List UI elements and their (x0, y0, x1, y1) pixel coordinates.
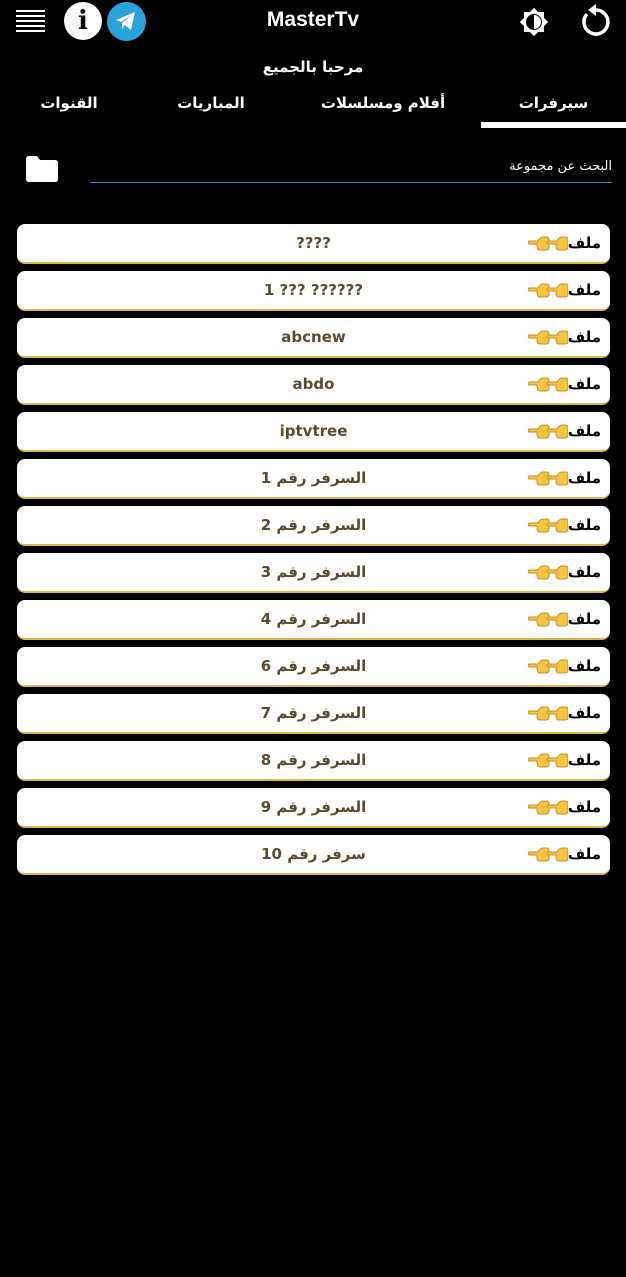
server-tag-label: ملف (567, 281, 601, 299)
server-tag-label: ملف (567, 563, 601, 581)
server-tag: ملف (527, 656, 601, 675)
backhand-pointing-left-icon (527, 327, 569, 345)
backhand-pointing-left-icon (527, 421, 569, 439)
server-tag: ملف (527, 797, 601, 816)
search-input[interactable]: البحث عن مجموعة (90, 152, 612, 183)
server-tag-label: ملف (567, 375, 601, 393)
server-tag-label: ملف (567, 657, 601, 675)
server-name: 1 ??? ?????? (263, 281, 364, 299)
server-name: سرفر رقم 10 (261, 845, 366, 863)
backhand-pointing-left-icon (527, 797, 569, 815)
server-row[interactable]: abdo ملف (17, 365, 610, 405)
server-tag: ملف (527, 609, 601, 628)
server-tag-label: ملف (567, 845, 601, 863)
server-row[interactable]: السرفر رقم 8 ملف (17, 741, 610, 781)
tab-channels[interactable]: القنوات (30, 94, 108, 112)
server-name: السرفر رقم 4 (260, 610, 367, 628)
server-tag-label: ملف (567, 751, 601, 769)
server-row[interactable]: ???? ملف (17, 224, 610, 264)
server-tag: ملف (527, 703, 601, 722)
server-tag: ملف (527, 421, 601, 440)
server-name: السرفر رقم 3 (260, 563, 367, 581)
refresh-icon[interactable] (580, 4, 612, 38)
server-name: السرفر رقم 8 (260, 751, 367, 769)
server-list: ???? ملف 1 ??? ?????? ملف abcnew ملف abdo ملف ip… (17, 224, 610, 882)
server-tag: ملف (527, 233, 601, 252)
backhand-pointing-left-icon (527, 844, 569, 862)
server-tag: ملف (527, 327, 601, 346)
server-row[interactable]: السرفر رقم 4 ملف (17, 600, 610, 640)
server-row[interactable]: iptvtree ملف (17, 412, 610, 452)
top-bar: i MasterTv (0, 0, 626, 44)
tab-movies-series[interactable]: أفلام ومسلسلات (318, 94, 448, 112)
active-tab-indicator (481, 122, 626, 128)
server-tag-label: ملف (567, 610, 601, 628)
backhand-pointing-left-icon (527, 703, 569, 721)
server-name: السرفر رقم 6 (260, 657, 367, 675)
tab-servers[interactable]: سيرفرات (481, 94, 626, 112)
server-row[interactable]: السرفر رقم 9 ملف (17, 788, 610, 828)
server-tag-label: ملف (567, 234, 601, 252)
server-row[interactable]: السرفر رقم 3 ملف (17, 553, 610, 593)
server-name: iptvtree (279, 422, 348, 440)
server-tag-label: ملف (567, 328, 601, 346)
brightness-icon[interactable] (516, 4, 552, 40)
tab-matches[interactable]: المباريات (166, 94, 256, 112)
backhand-pointing-left-icon (527, 233, 569, 251)
backhand-pointing-left-icon (527, 609, 569, 627)
server-tag-label: ملف (567, 469, 601, 487)
server-name: السرفر رقم 1 (260, 469, 367, 487)
server-tag: ملف (527, 515, 601, 534)
server-tag-label: ملف (567, 516, 601, 534)
server-row[interactable]: السرفر رقم 1 ملف (17, 459, 610, 499)
server-row[interactable]: abcnew ملف (17, 318, 610, 358)
server-name: abdo (292, 375, 335, 393)
server-tag: ملف (527, 844, 601, 863)
backhand-pointing-left-icon (527, 374, 569, 392)
server-name: abcnew (281, 328, 346, 346)
server-tag: ملف (527, 750, 601, 769)
backhand-pointing-left-icon (527, 515, 569, 533)
server-name: السرفر رقم 2 (260, 516, 367, 534)
backhand-pointing-left-icon (527, 750, 569, 768)
server-tag-label: ملف (567, 422, 601, 440)
folder-icon[interactable] (26, 156, 58, 182)
server-name: السرفر رقم 9 (260, 798, 367, 816)
server-tag-label: ملف (567, 798, 601, 816)
server-tag: ملف (527, 468, 601, 487)
server-tag: ملف (527, 374, 601, 393)
server-row[interactable]: 1 ??? ?????? ملف (17, 271, 610, 311)
tab-bar: سيرفرات أفلام ومسلسلات المباريات القنوات (0, 88, 626, 128)
server-row[interactable]: سرفر رقم 10 ملف (17, 835, 610, 875)
backhand-pointing-left-icon (527, 562, 569, 580)
server-row[interactable]: السرفر رقم 6 ملف (17, 647, 610, 687)
welcome-text: مرحبا بالجميع (262, 58, 364, 76)
backhand-pointing-left-icon (527, 656, 569, 674)
server-row[interactable]: السرفر رقم 7 ملف (17, 694, 610, 734)
backhand-pointing-left-icon (527, 468, 569, 486)
search-placeholder: البحث عن مجموعة (509, 159, 612, 174)
server-name: ???? (296, 234, 331, 252)
server-tag: ملف (527, 562, 601, 581)
backhand-pointing-left-icon (527, 280, 569, 298)
server-row[interactable]: السرفر رقم 2 ملف (17, 506, 610, 546)
server-name: السرفر رقم 7 (260, 704, 367, 722)
server-tag: ملف (527, 280, 601, 299)
server-tag-label: ملف (567, 704, 601, 722)
